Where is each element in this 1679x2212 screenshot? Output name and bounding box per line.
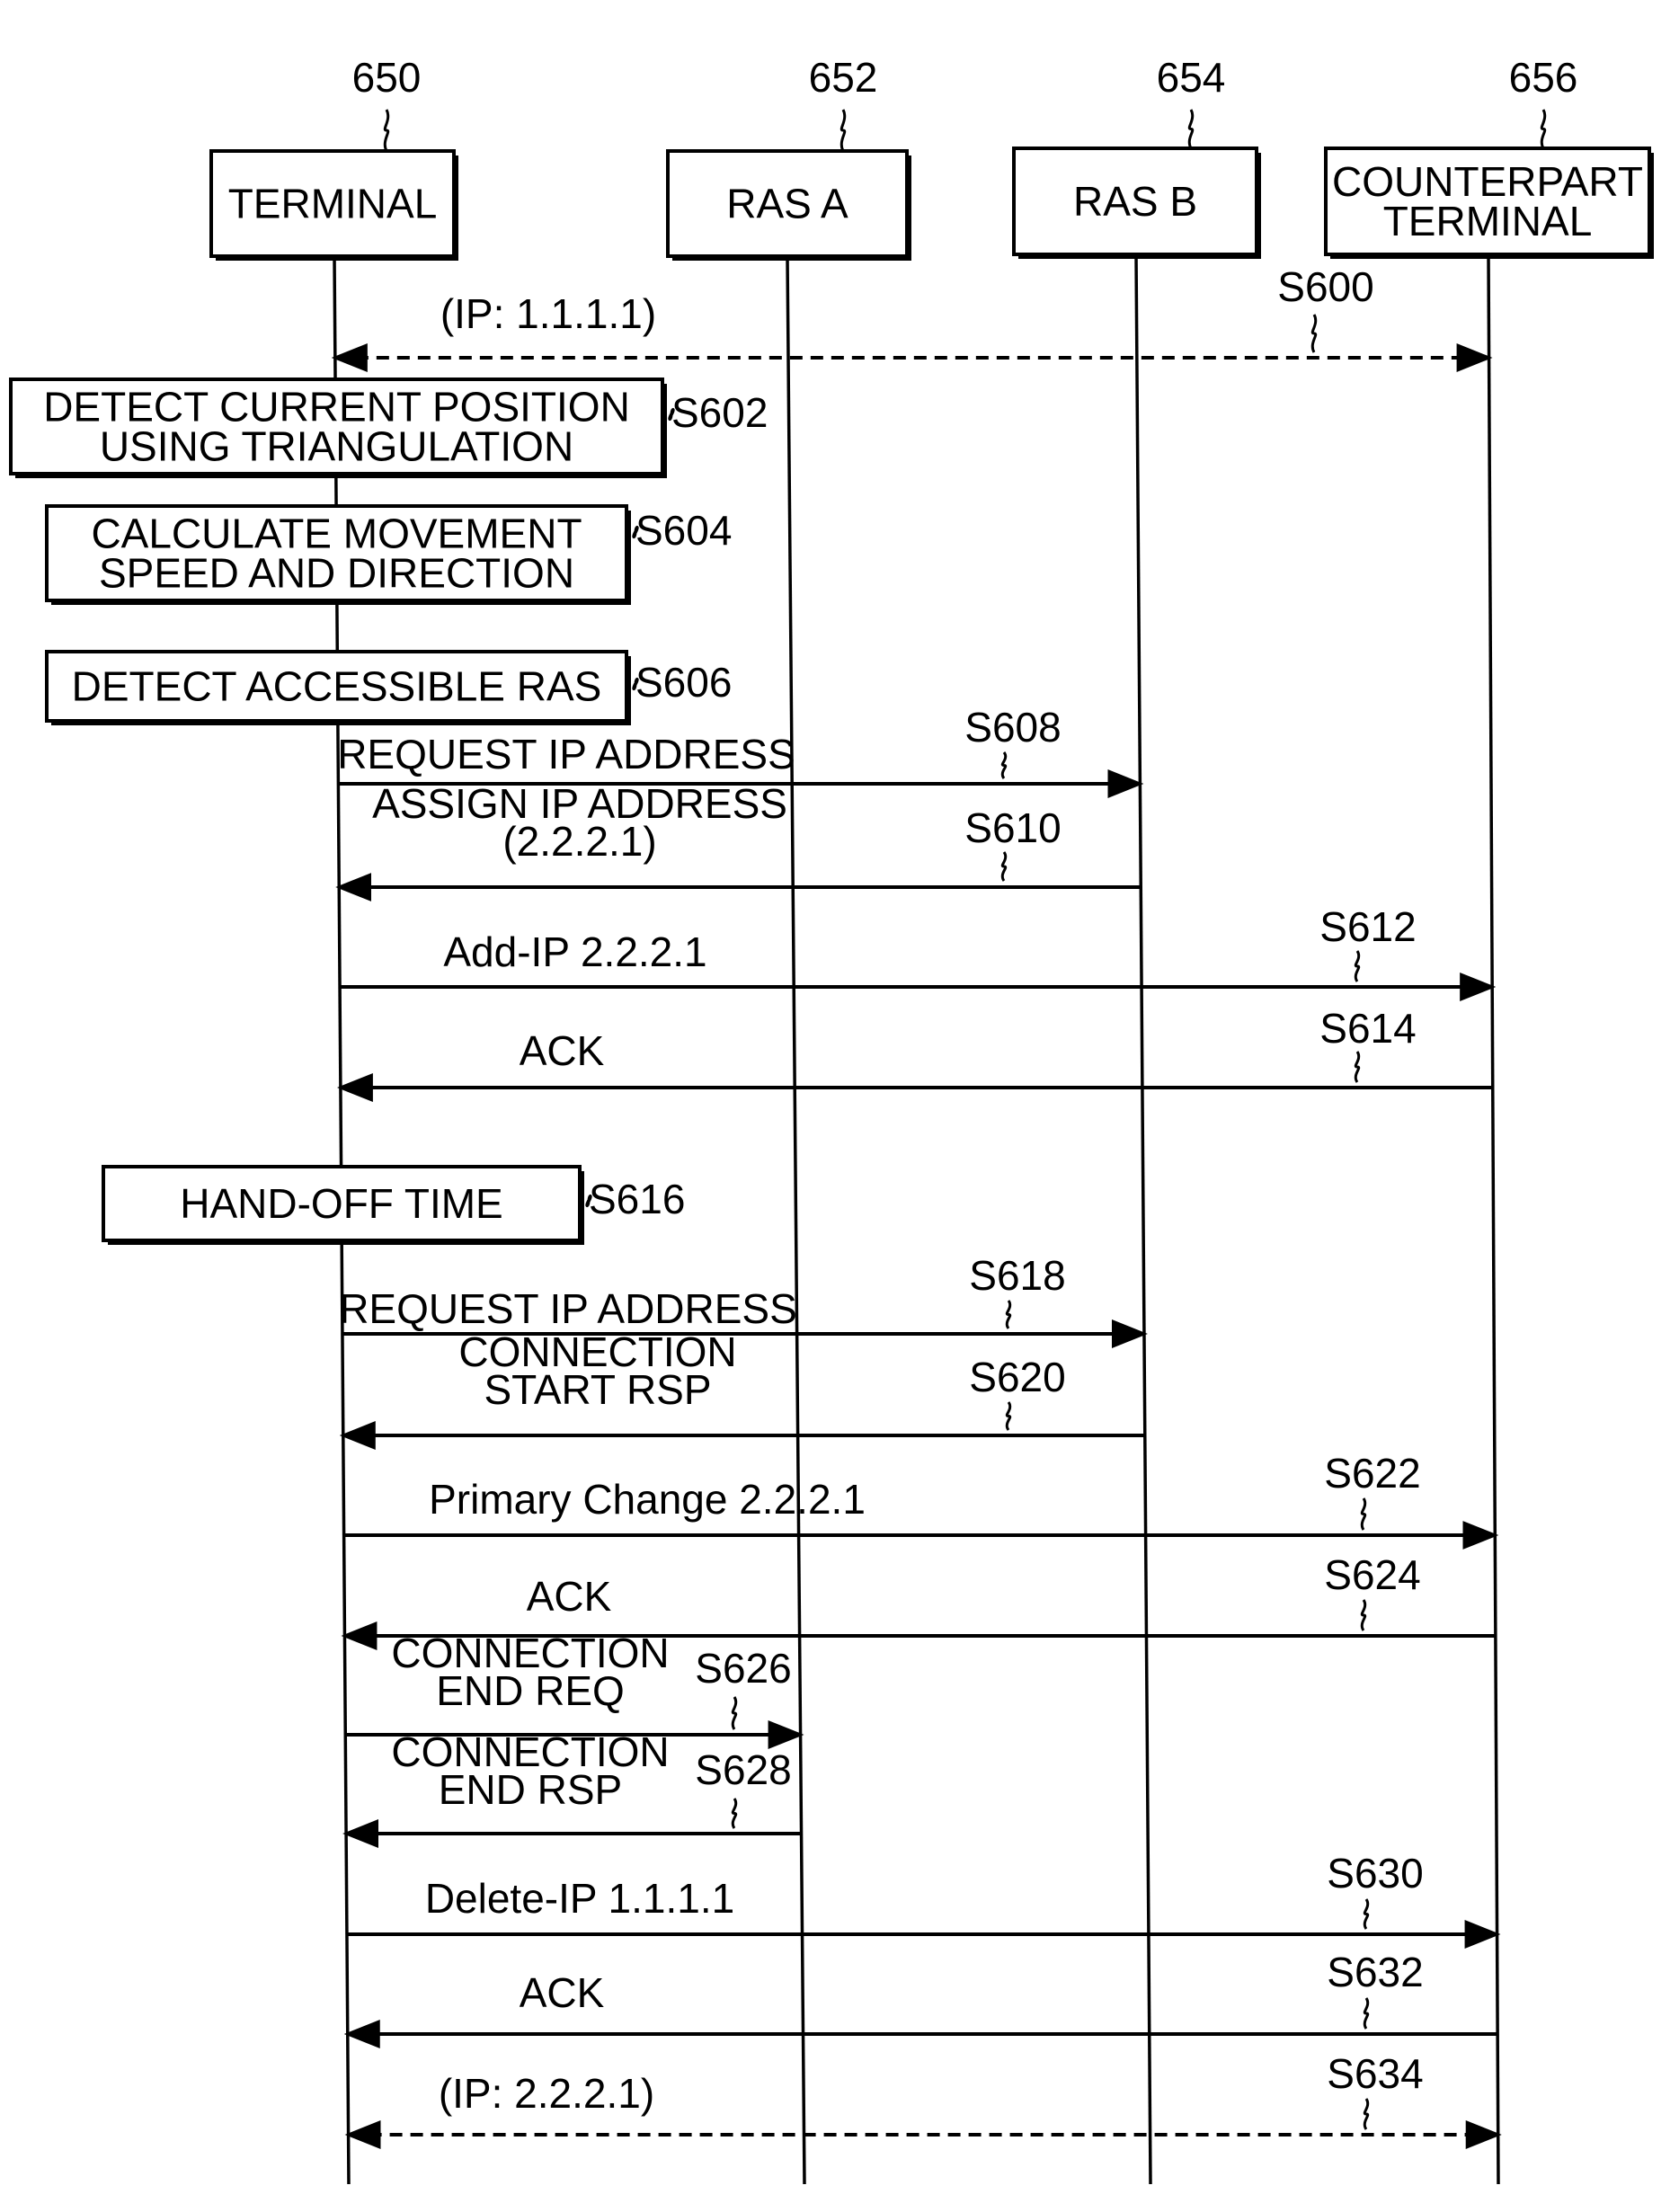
lifeline-ras_b — [1134, 253, 1152, 2185]
reference-leader — [1354, 1051, 1361, 1083]
reference-leader — [1005, 1300, 1012, 1329]
step-s614: ACK S614 — [336, 1005, 1493, 1102]
reference-leader — [1187, 109, 1195, 149]
process-label: USING TRIANGULATION — [100, 423, 573, 470]
message-label: END RSP — [439, 1766, 622, 1813]
message-label: ACK — [520, 1969, 605, 2016]
step-number: S614 — [1319, 1005, 1416, 1052]
step-number: S608 — [964, 704, 1061, 751]
step-s626: CONNECTIONEND REQ S626 — [345, 1630, 804, 1749]
step-s624: ACK S624 — [341, 1551, 1496, 1650]
message-label: Primary Change 2.2.2.1 — [429, 1476, 866, 1523]
step-s606: DETECT ACCESSIBLE RAS S606 — [45, 650, 732, 725]
reference-leader — [731, 1798, 738, 1829]
participant-label: RAS B — [1073, 178, 1197, 225]
reference-leader — [1000, 851, 1008, 882]
step-s632: ACK S632 — [343, 1949, 1498, 2048]
participant-ref-number: 652 — [809, 54, 878, 101]
step-s622: Primary Change 2.2.2.1 S622 — [343, 1450, 1499, 1550]
message-label: REQUEST IP ADDRESS — [337, 731, 795, 777]
step-number: S634 — [1327, 2050, 1423, 2097]
reference-leader — [1360, 1599, 1367, 1631]
process-label: HAND-OFF TIME — [180, 1180, 502, 1227]
step-number: S600 — [1277, 263, 1373, 310]
message-label: (IP: 2.2.2.1) — [439, 2070, 654, 2117]
process-label: SPEED AND DIRECTION — [99, 550, 574, 597]
reference-leader — [731, 1696, 738, 1730]
reference-leader — [1363, 1997, 1370, 2030]
step-s604: CALCULATE MOVEMENTSPEED AND DIRECTIONS60… — [45, 504, 732, 605]
step-s600: (IP: 1.1.1.1) S600 — [331, 263, 1493, 372]
reference-leader — [1360, 1497, 1367, 1531]
participant-label: TERMINAL — [1383, 198, 1593, 244]
message-label: START RSP — [484, 1366, 711, 1413]
message-label: ACK — [527, 1573, 612, 1620]
step-number: S626 — [695, 1645, 791, 1692]
step-s618: REQUEST IP ADDRESS S618 — [339, 1252, 1148, 1348]
step-number: S628 — [695, 1746, 791, 1793]
reference-leader — [1005, 1401, 1012, 1431]
reference-leader — [1354, 950, 1361, 982]
message-label: END REQ — [436, 1667, 625, 1714]
reference-leader — [840, 109, 847, 152]
step-s630: Delete-IP 1.1.1.1 S630 — [346, 1850, 1501, 1949]
step-number: S606 — [635, 659, 732, 706]
step-number: S602 — [671, 389, 768, 436]
message-label: REQUEST IP ADDRESS — [339, 1285, 797, 1332]
step-s602: DETECT CURRENT POSITIONUSING TRIANGULATI… — [9, 378, 768, 478]
message-label: Add-IP 2.2.2.1 — [443, 928, 706, 975]
step-number: S624 — [1324, 1551, 1420, 1598]
step-number: S612 — [1319, 903, 1416, 950]
reference-leader — [1363, 2098, 1370, 2130]
process-label: DETECT ACCESSIBLE RAS — [72, 663, 602, 710]
sequence-diagram: TERMINAL650RAS A652RAS B654COUNTERPARTTE… — [9, 54, 1654, 2185]
participant-ref-number: 654 — [1157, 54, 1226, 101]
reference-leader — [1363, 1898, 1370, 1930]
step-s610: ASSIGN IP ADDRESS(2.2.2.1) S610 — [335, 780, 1142, 902]
message-label: Delete-IP 1.1.1.1 — [425, 1875, 734, 1922]
step-number: S630 — [1327, 1850, 1423, 1897]
lifeline-counterpart — [1487, 253, 1500, 2185]
step-number: S622 — [1324, 1450, 1420, 1497]
step-s612: Add-IP 2.2.2.1 S612 — [340, 903, 1497, 1001]
step-s628: CONNECTIONEND RSP S628 — [342, 1728, 802, 1848]
participant-label: RAS A — [726, 181, 848, 227]
participant-ref-number: 656 — [1509, 54, 1578, 101]
participant-label: TERMINAL — [228, 181, 438, 227]
message-label: ACK — [520, 1027, 605, 1074]
reference-leader — [1310, 314, 1318, 353]
step-number: S604 — [635, 507, 732, 554]
lifeline-ras_a — [786, 255, 806, 2185]
reference-leader — [383, 109, 390, 152]
step-s616: HAND-OFF TIME S616 — [102, 1165, 685, 1245]
reference-leader — [1540, 109, 1547, 149]
step-number: S618 — [969, 1252, 1065, 1299]
message-label: (IP: 1.1.1.1) — [440, 290, 656, 337]
step-number: S632 — [1327, 1949, 1423, 1995]
message-label: (2.2.2.1) — [502, 818, 656, 865]
step-s620: CONNECTIONSTART RSP S620 — [339, 1328, 1145, 1450]
reference-leader — [1000, 751, 1008, 779]
step-number: S620 — [969, 1354, 1065, 1400]
step-s634: (IP: 2.2.2.1) S634 — [344, 2050, 1502, 2149]
step-number: S610 — [964, 804, 1061, 851]
participant-ref-number: 650 — [352, 54, 422, 101]
step-number: S616 — [589, 1176, 685, 1222]
